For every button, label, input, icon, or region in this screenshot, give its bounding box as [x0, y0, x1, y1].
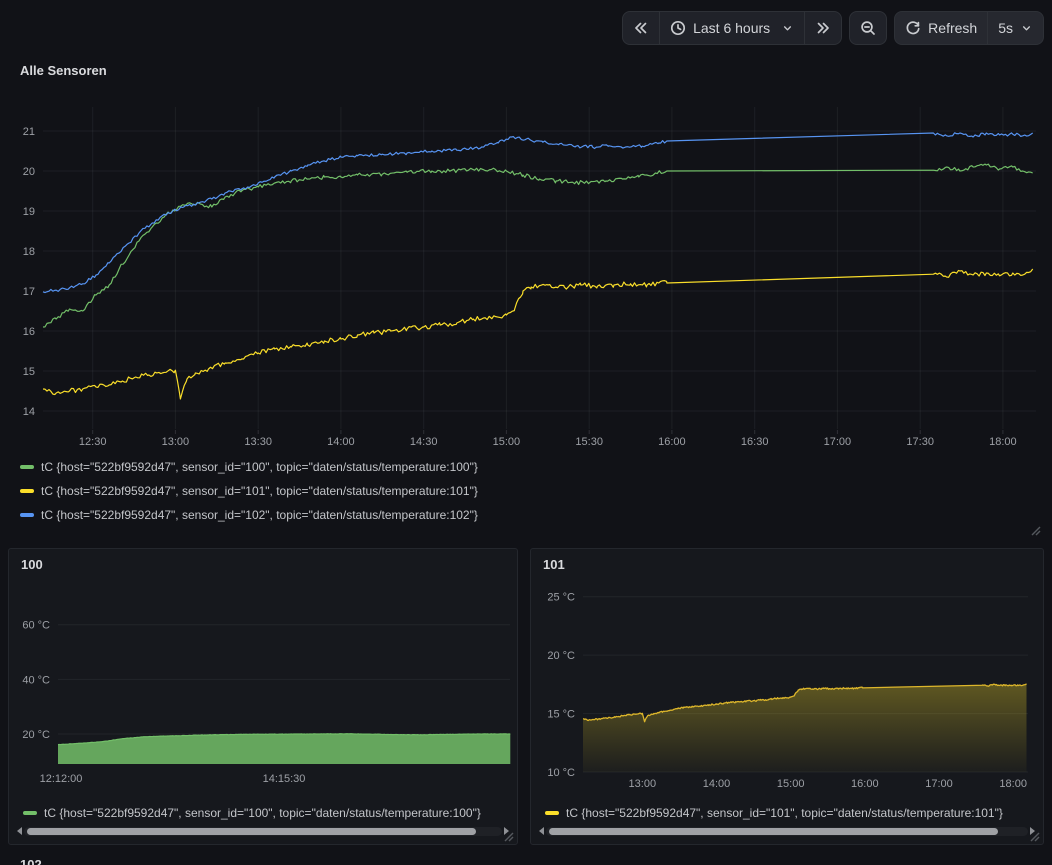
zoom-out-group [849, 11, 887, 45]
panel-100: 100 20 °C40 °C60 °C12:12:0014:15:30 tC {… [8, 548, 518, 845]
refresh-button[interactable]: Refresh [895, 12, 987, 44]
series-color-swatch [545, 811, 559, 815]
panel-title[interactable]: Alle Sensoren [20, 63, 107, 78]
svg-text:25 °C: 25 °C [547, 592, 575, 604]
legend: tC {host="522bf9592d47", sensor_id="101"… [531, 802, 1037, 824]
svg-text:40 °C: 40 °C [22, 674, 50, 686]
svg-text:14:00: 14:00 [327, 436, 355, 448]
svg-text:14:15:30: 14:15:30 [263, 773, 306, 785]
svg-text:19: 19 [23, 206, 35, 218]
horizontal-scrollbar[interactable] [539, 825, 1035, 837]
svg-text:17:00: 17:00 [925, 778, 953, 790]
scrollbar-thumb[interactable] [27, 828, 476, 835]
svg-text:20 °C: 20 °C [22, 729, 50, 741]
sync-icon [905, 20, 921, 36]
svg-text:18:00: 18:00 [999, 778, 1027, 790]
zoom-out-button[interactable] [850, 12, 886, 44]
legend-item[interactable]: tC {host="522bf9592d47", sensor_id="100"… [8, 455, 1028, 479]
svg-text:17:00: 17:00 [824, 436, 852, 448]
timeseries-chart-alle-sensoren[interactable]: 14 15 16 17 18 19 20 21 12:30 13:00 13:30 14:00 14:3… [8, 90, 1044, 458]
svg-text:13:30: 13:30 [244, 436, 272, 448]
legend-label: tC {host="522bf9592d47", sensor_id="100"… [44, 806, 481, 820]
scrollbar-track[interactable] [546, 827, 1028, 836]
legend-label: tC {host="522bf9592d47", sensor_id="102"… [41, 508, 478, 522]
refresh-interval-label: 5s [998, 20, 1013, 36]
svg-text:21: 21 [23, 126, 35, 138]
legend: tC {host="522bf9592d47", sensor_id="100"… [9, 802, 511, 824]
svg-text:16: 16 [23, 326, 35, 338]
svg-text:13:00: 13:00 [162, 436, 190, 448]
scrollbar-thumb[interactable] [549, 828, 998, 835]
clock-icon [670, 20, 686, 36]
svg-text:18: 18 [23, 246, 35, 258]
refresh-label: Refresh [928, 20, 977, 36]
chevron-down-icon [781, 22, 794, 35]
svg-text:12:30: 12:30 [79, 436, 107, 448]
panel-alle-sensoren: Alle Sensoren 14 15 16 17 18 19 20 21 12:30 13:00… [8, 55, 1044, 538]
svg-text:14:30: 14:30 [410, 436, 438, 448]
zoom-out-icon [860, 20, 876, 36]
time-shift-forward-button[interactable] [804, 12, 841, 44]
svg-text:17: 17 [23, 286, 35, 298]
panel-resize-handle[interactable] [1028, 829, 1040, 841]
svg-text:16:00: 16:00 [658, 436, 686, 448]
svg-text:18:00: 18:00 [989, 436, 1017, 448]
scrollbar-track[interactable] [24, 827, 502, 836]
panel-resize-handle[interactable] [1029, 523, 1041, 535]
refresh-interval-picker[interactable]: 5s [987, 12, 1043, 44]
scroll-left-icon[interactable] [17, 827, 22, 835]
svg-text:15:00: 15:00 [493, 436, 521, 448]
series-color-swatch [20, 465, 34, 469]
time-shift-back-button[interactable] [623, 12, 659, 44]
legend-item[interactable]: tC {host="522bf9592d47", sensor_id="101"… [8, 479, 1028, 503]
svg-text:15:00: 15:00 [777, 778, 805, 790]
svg-text:17:30: 17:30 [906, 436, 934, 448]
panel-102: 102 [8, 852, 518, 865]
svg-text:13:00: 13:00 [629, 778, 657, 790]
svg-text:10 °C: 10 °C [547, 767, 575, 779]
legend-item[interactable]: tC {host="522bf9592d47", sensor_id="100"… [9, 802, 511, 824]
series-color-swatch [20, 489, 34, 493]
svg-text:16:30: 16:30 [741, 436, 769, 448]
dashboard-page: Last 6 hours R [0, 0, 1052, 865]
legend-label: tC {host="522bf9592d47", sensor_id="101"… [566, 806, 1003, 820]
svg-text:12:12:00: 12:12:00 [40, 773, 83, 785]
legend-item[interactable]: tC {host="522bf9592d47", sensor_id="102"… [8, 503, 1028, 527]
time-controls: Last 6 hours R [622, 11, 1044, 45]
panel-title[interactable]: 102 [20, 857, 42, 865]
series-color-swatch [23, 811, 37, 815]
time-picker-group: Last 6 hours [622, 11, 842, 45]
svg-text:15:30: 15:30 [575, 436, 603, 448]
svg-text:14:00: 14:00 [703, 778, 731, 790]
panel-resize-handle[interactable] [502, 829, 514, 841]
legend-label: tC {host="522bf9592d47", sensor_id="100"… [41, 460, 478, 474]
svg-text:14: 14 [23, 406, 35, 418]
svg-text:20 °C: 20 °C [547, 650, 575, 662]
chevron-down-icon [1020, 22, 1033, 35]
svg-text:15: 15 [23, 366, 35, 378]
horizontal-scrollbar[interactable] [17, 825, 509, 837]
svg-text:16:00: 16:00 [851, 778, 879, 790]
scroll-left-icon[interactable] [539, 827, 544, 835]
legend: tC {host="522bf9592d47", sensor_id="100"… [8, 455, 1028, 527]
svg-text:20: 20 [23, 166, 35, 178]
time-range-label: Last 6 hours [693, 20, 770, 36]
series-color-swatch [20, 513, 34, 517]
legend-label: tC {host="522bf9592d47", sensor_id="101"… [41, 484, 478, 498]
panel-101: 101 10 °C15 °C20 °C25 °C13:0014:0015:001… [530, 548, 1044, 845]
chevrons-right-icon [815, 20, 831, 36]
legend-item[interactable]: tC {host="522bf9592d47", sensor_id="101"… [531, 802, 1037, 824]
chevrons-left-icon [633, 20, 649, 36]
svg-text:15 °C: 15 °C [547, 709, 575, 721]
time-range-picker[interactable]: Last 6 hours [659, 12, 804, 44]
svg-text:60 °C: 60 °C [22, 620, 50, 632]
refresh-group: Refresh 5s [894, 11, 1044, 45]
